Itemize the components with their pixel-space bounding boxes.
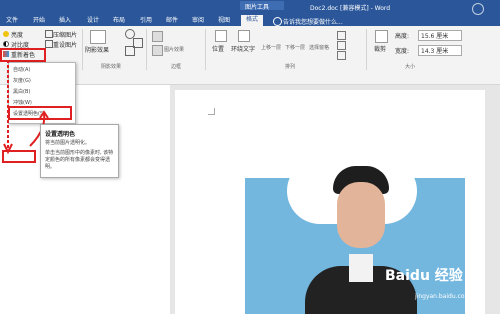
border-color-icon[interactable] (152, 45, 163, 56)
account-icon[interactable] (472, 3, 484, 15)
tooltip: 设置透明色 将当前图片透明化。 单击当前图形中的像素时, 该特定颜色的所有像素都… (40, 124, 119, 178)
size-group-label: 大小 (405, 64, 416, 70)
tab-mailings[interactable]: 邮件 (163, 16, 181, 26)
tab-insert[interactable]: 插入 (56, 16, 74, 26)
width-value: 14.3 厘米 (421, 48, 449, 55)
compress-pictures-button[interactable]: 压缩图片 (53, 30, 77, 39)
width-label: 宽度: (395, 48, 410, 55)
rotate-icon[interactable] (337, 51, 346, 60)
lightbulb-icon (273, 17, 282, 26)
height-value: 15.6 厘米 (421, 33, 449, 40)
tab-design[interactable]: 设计 (84, 16, 102, 26)
window-title: Doc2.doc [兼容模式] - Word (310, 5, 391, 12)
align-icon[interactable] (337, 31, 346, 40)
height-label: 高度: (395, 33, 410, 40)
group-icon[interactable] (337, 41, 346, 50)
crop-button[interactable]: 裁剪 (374, 44, 386, 53)
position-icon (215, 30, 227, 42)
crop-icon (375, 30, 388, 43)
tab-layout[interactable]: 布局 (110, 16, 128, 26)
tab-view[interactable]: 视图 (215, 16, 233, 26)
shadow-group-label: 阴影效果 (101, 64, 122, 70)
separator (82, 29, 83, 70)
picture-effect-button[interactable]: 图片效果 (164, 46, 184, 53)
watermark-url: jingyan.baidu.com (415, 293, 471, 300)
tooltip-line: 将当前图片透明化。 (45, 140, 91, 146)
separator (205, 29, 206, 70)
context-tab-group-label: 图片工具 (245, 4, 270, 11)
shadow-effect-icon (90, 30, 106, 44)
tab-home[interactable]: 开始 (30, 16, 48, 26)
tab-review[interactable]: 审阅 (189, 16, 207, 26)
send-backward-button[interactable]: 下移一层 (285, 44, 305, 51)
tab-file[interactable]: 文件 (3, 16, 21, 26)
photo[interactable] (245, 158, 465, 314)
selection-pane-button[interactable]: 选择窗格 (309, 44, 329, 51)
arrange-group-label: 排列 (285, 64, 296, 70)
margin-mark (208, 108, 215, 115)
border-style-icon[interactable] (152, 31, 163, 42)
wrap-text-icon (238, 30, 250, 42)
tab-format[interactable]: 格式 (241, 15, 263, 26)
brightness-button[interactable]: 亮度 (11, 30, 23, 39)
tab-references[interactable]: 引用 (137, 16, 155, 26)
bring-forward-button[interactable]: 上移一层 (261, 44, 281, 51)
border-group-label: 边框 (171, 64, 182, 70)
wrap-text-button[interactable]: 环绕文字 (231, 44, 255, 53)
collar (349, 254, 373, 282)
separator (366, 29, 367, 70)
brightness-icon (3, 31, 9, 37)
reset-picture-button[interactable]: 重设图片 (53, 40, 77, 49)
compress-icon (45, 30, 53, 38)
tooltip-body: 单击当前图形中的像素时, 该特定颜色的所有像素都会变得透明。 (45, 150, 114, 170)
face (337, 182, 385, 248)
tooltip-title: 设置透明色 (45, 131, 76, 138)
tell-me-search[interactable]: 告诉我您想要做什么... (283, 17, 343, 26)
reset-icon (45, 40, 53, 48)
position-button[interactable]: 位置 (212, 44, 224, 53)
shadow-effect-button[interactable]: 阴影效果 (85, 45, 109, 54)
shadow-toggle-icon[interactable] (125, 46, 135, 56)
contrast-icon (3, 41, 9, 47)
separator (146, 29, 147, 70)
watermark-brand: Baidu 经验 (385, 268, 463, 284)
